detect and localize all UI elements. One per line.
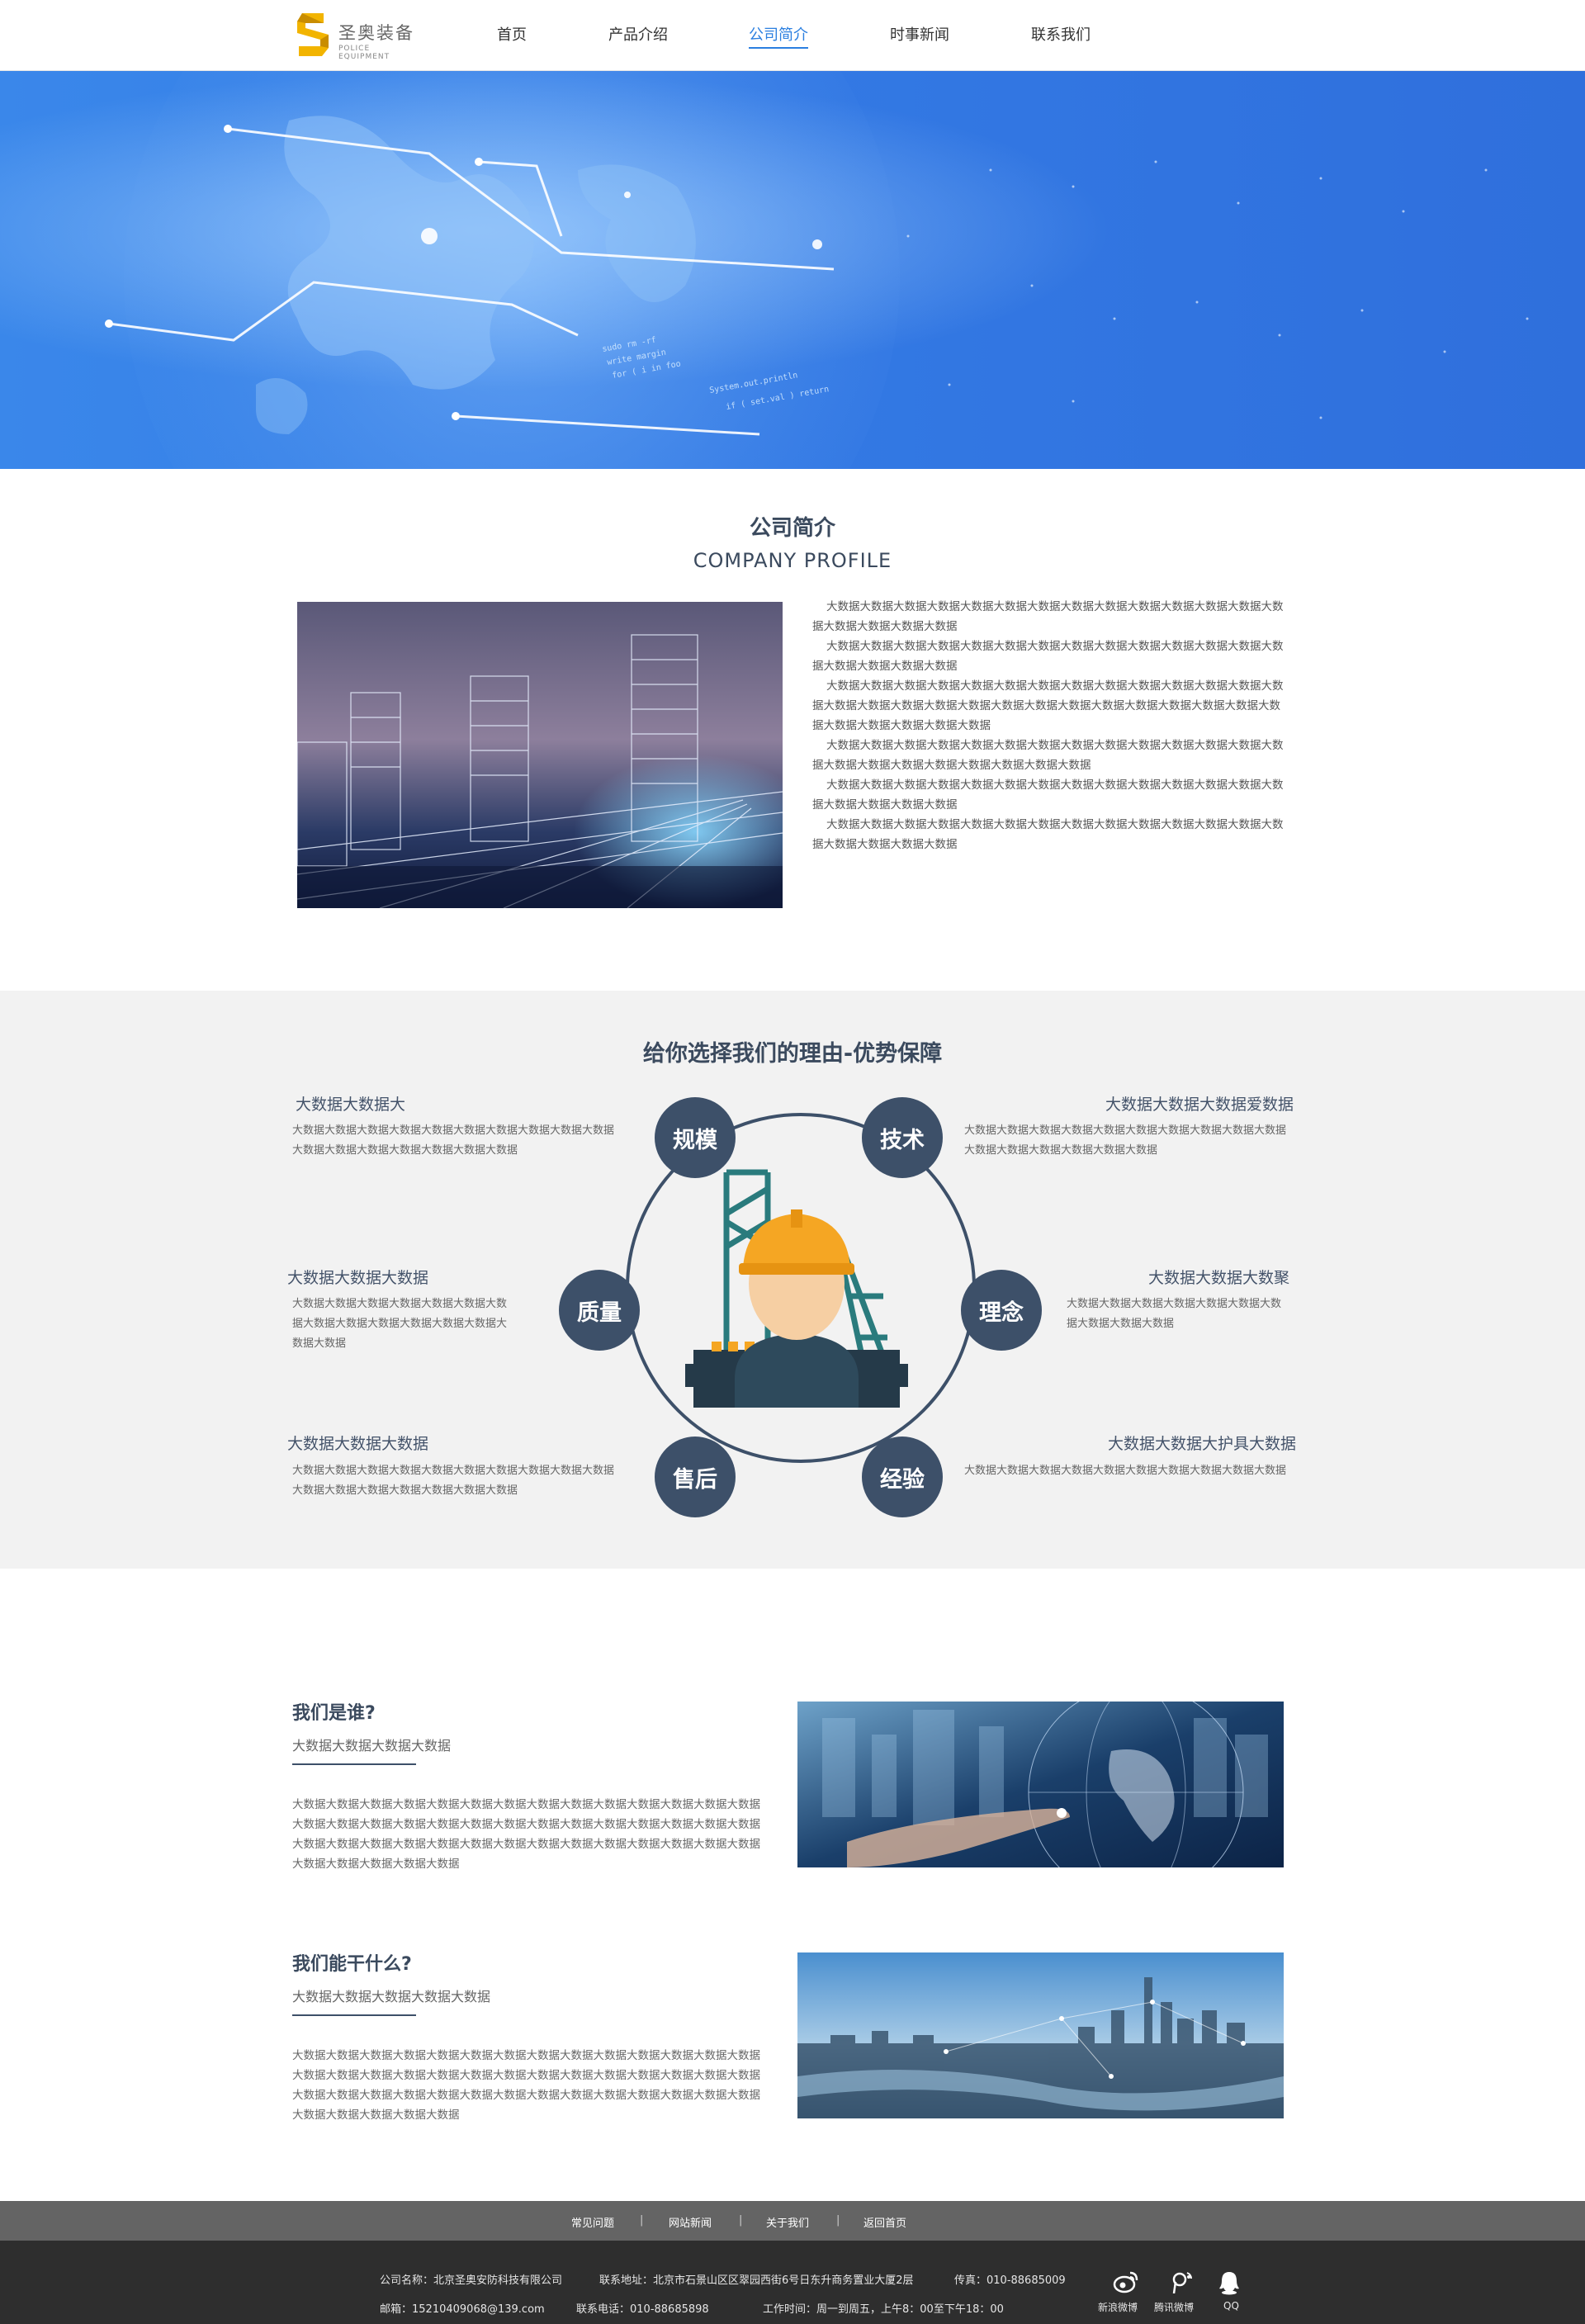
footer-link-news[interactable]: 网站新闻 [669,2214,712,2230]
profile-paragraph: 大数据大数据大数据大数据大数据大数据大数据大数据大数据大数据大数据大数据大数据大… [812,739,1284,772]
advantage-text: 大数据大数据大数据大数据大数据大数据大数据大数据大数据大数据大数据大数据大数据大… [292,1298,508,1350]
nav-products[interactable]: 产品介绍 [608,23,668,45]
profile-paragraph: 大数据大数据大数据大数据大数据大数据大数据大数据大数据大数据大数据大数据大数据大… [812,818,1284,851]
what-image [797,1952,1284,2118]
advantage-text: 大数据大数据大数据大数据大数据大数据大数据大数据大数据大数据大数据大数据大数据大… [964,1124,1287,1157]
nav-contact[interactable]: 联系我们 [1031,23,1091,45]
what-subtitle: 大数据大数据大数据大数据大数据 [292,1989,491,2005]
footer-email: 邮箱：15210409068@139.com [380,2303,545,2316]
circle-after-sales: 售后 [655,1437,736,1517]
advantage-text: 大数据大数据大数据大数据大数据大数据大数据大数据大数据大数据大数据大数据大数据大… [292,1124,615,1157]
site-footer: 公司名称：北京圣奥安防科技有限公司 联系地址：北京市石景山区区翠园西街6号日东升… [0,2241,1585,2324]
social-qq[interactable]: QQ [1214,2270,1247,2320]
footer-links-bar: 常见问题 | 网站新闻 | 关于我们 | 返回首页 [0,2201,1585,2241]
profile-text: 大数据大数据大数据大数据大数据大数据大数据大数据大数据大数据大数据大数据大数据大… [812,597,1289,854]
footer-link-separator: | [739,2214,743,2227]
logo-name: 圣奥装备 [338,23,414,43]
advantage-title: 大数据大数据大数据爱数据 [1105,1096,1294,1114]
profile-title: 公司简介 [749,516,835,541]
logo-subtitle: POLICE EQUIPMENT [338,45,390,61]
site-header: 圣奥装备 POLICE EQUIPMENT 首页 产品介绍 公司简介 时事新闻 … [0,0,1585,71]
footer-phone: 联系电话：010-88685898 [576,2303,709,2316]
tencent-weibo-icon [1172,2272,1192,2293]
who-image [797,1702,1284,1867]
advantage-text: 大数据大数据大数据大数据大数据大数据大数据大数据大数据大数据大数据大数据大数据大… [292,1465,615,1497]
profile-paragraph: 大数据大数据大数据大数据大数据大数据大数据大数据大数据大数据大数据大数据大数据大… [812,600,1284,633]
logo[interactable]: 圣奥装备 POLICE EQUIPMENT [296,7,419,63]
footer-company: 公司名称：北京圣奥安防科技有限公司 [380,2274,563,2287]
what-title: 我们能干什么? [292,1954,412,1975]
profile-paragraph: 大数据大数据大数据大数据大数据大数据大数据大数据大数据大数据大数据大数据大数据大… [812,779,1284,812]
circle-technology: 技术 [862,1097,943,1178]
advantages-title: 给你选择我们的理由-优势保障 [642,1041,943,1067]
profile-paragraph: 大数据大数据大数据大数据大数据大数据大数据大数据大数据大数据大数据大数据大数据大… [812,679,1284,732]
circle-scale: 规模 [655,1097,736,1178]
what-divider [292,2014,416,2016]
social-tencent-weibo[interactable]: 腾讯微博 [1154,2270,1209,2320]
what-text: 大数据大数据大数据大数据大数据大数据大数据大数据大数据大数据大数据大数据大数据大… [292,2049,760,2122]
social-weibo[interactable]: 新浪微博 [1098,2270,1152,2320]
advantage-text: 大数据大数据大数据大数据大数据大数据大数据大数据大数据大数据 [964,1465,1287,1477]
social-tencent-weibo-label: 腾讯微博 [1154,2302,1195,2313]
footer-link-faq[interactable]: 常见问题 [571,2214,614,2230]
advantage-title: 大数据大数据大数据 [287,1435,429,1453]
nav-home[interactable]: 首页 [497,23,527,45]
profile-image [297,602,783,908]
who-subtitle: 大数据大数据大数据大数据 [292,1738,452,1754]
nav-company-profile[interactable]: 公司简介 [749,23,808,49]
circle-experience: 经验 [862,1437,943,1517]
footer-link-home[interactable]: 返回首页 [863,2214,906,2230]
weibo-icon [1113,2271,1138,2293]
hero-banner: sudo rm -rf write margin for ( i in foo … [0,71,1585,469]
footer-link-about[interactable]: 关于我们 [766,2214,809,2230]
qq-icon [1219,2272,1239,2295]
profile-paragraph: 大数据大数据大数据大数据大数据大数据大数据大数据大数据大数据大数据大数据大数据大… [812,640,1284,673]
hero-banner-image: sudo rm -rf write margin for ( i in foo … [0,71,1585,469]
social-qq-label: QQ [1223,2300,1239,2312]
logo-mark-icon [297,13,329,56]
footer-link-separator: | [836,2214,840,2227]
nav-news[interactable]: 时事新闻 [890,23,949,45]
profile-subtitle: COMPANY PROFILE [693,549,892,572]
social-weibo-label: 新浪微博 [1098,2302,1138,2313]
advantage-title: 大数据大数据大护具大数据 [1107,1435,1296,1453]
advantage-title: 大数据大数据大数据 [287,1269,429,1287]
who-title: 我们是谁? [292,1703,376,1724]
footer-link-separator: | [640,2214,644,2227]
advantage-title: 大数据大数据大 [296,1096,406,1114]
advantage-text: 大数据大数据大数据大数据大数据大数据大数据大数据大数据大数据 [1067,1298,1282,1330]
advantage-title: 大数据大数据大数聚 [1147,1269,1289,1287]
who-text: 大数据大数据大数据大数据大数据大数据大数据大数据大数据大数据大数据大数据大数据大… [292,1798,760,1871]
footer-address: 联系地址：北京市石景山区区翠园西街6号日东升商务置业大厦2层 [599,2274,914,2287]
footer-fax: 传真：010-88685009 [954,2274,1066,2287]
footer-hours: 工作时间：周一到周五，上午8：00至下午18：00 [763,2303,1004,2316]
who-divider [292,1763,416,1765]
advantages-section: 给你选择我们的理由-优势保障 规模 技术 质量 理念 售后 经验 大数据大数据大… [0,991,1585,1569]
circle-quality: 质量 [559,1270,640,1351]
circle-philosophy: 理念 [961,1270,1042,1351]
